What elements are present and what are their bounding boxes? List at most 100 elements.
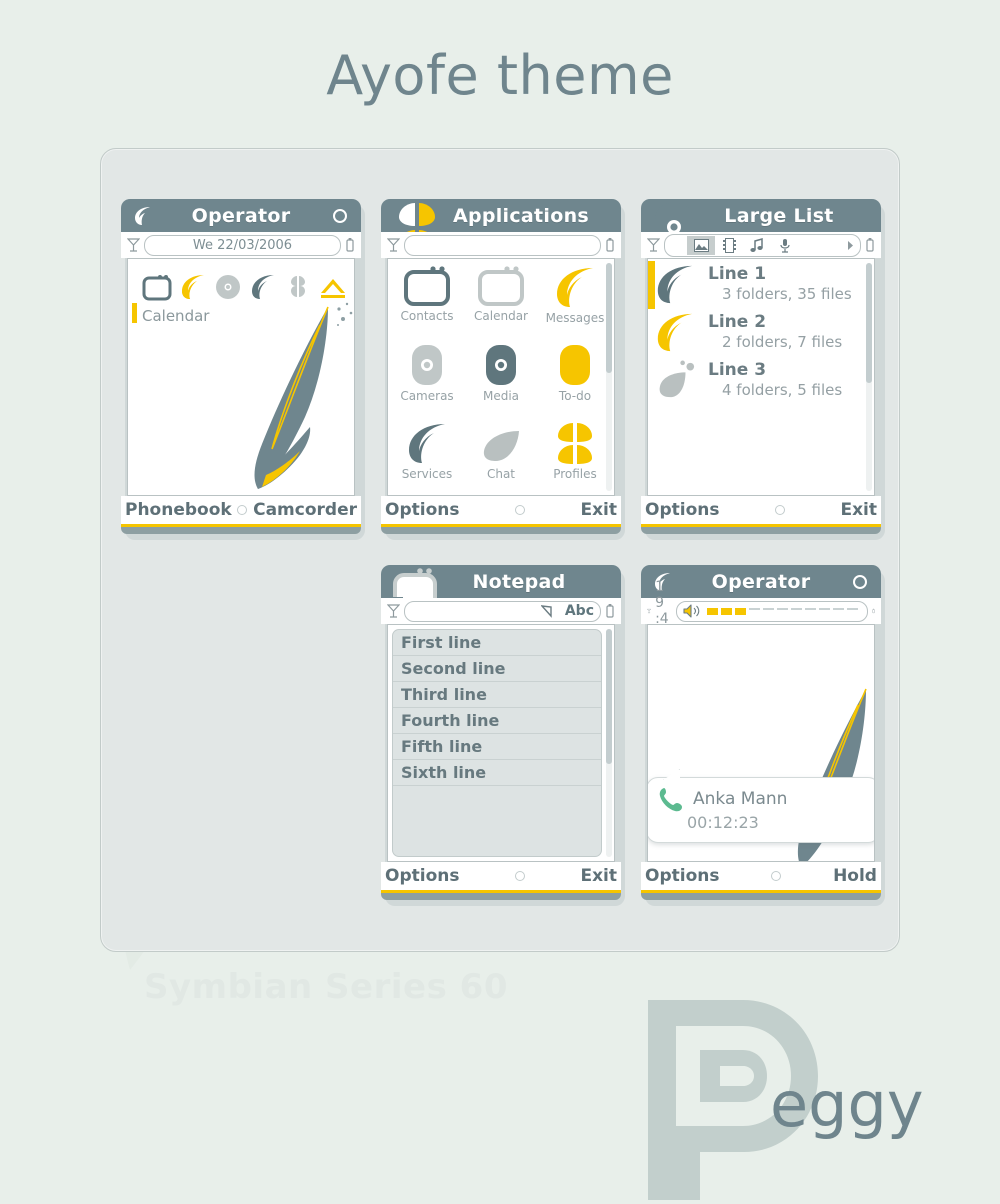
list-item-title: Line 2 — [708, 312, 767, 332]
app-label: Chat — [486, 467, 516, 481]
date-display: We 22/03/2006 — [144, 234, 341, 256]
battery-icon — [606, 238, 614, 252]
home-toolbar[interactable] — [128, 259, 354, 301]
app-item-contacts[interactable]: Contacts — [388, 265, 464, 343]
navi-dot[interactable] — [771, 871, 782, 881]
titlebar-call: Operator — [641, 565, 881, 603]
battery-icon — [606, 604, 614, 618]
chat-icon — [659, 360, 695, 398]
list-item-subtitle: 3 folders, 35 files — [722, 285, 852, 304]
titlebar-operator-home: Operator — [121, 199, 361, 237]
softkey-right[interactable]: Exit — [580, 866, 617, 886]
note-line[interactable]: First line — [393, 630, 601, 656]
note-line[interactable]: Fourth line — [393, 708, 601, 734]
list-item[interactable]: Line 3 4 folders, 5 files — [648, 355, 874, 403]
app-item-media[interactable]: Media — [464, 343, 538, 421]
navi-dot[interactable] — [514, 871, 525, 881]
phone-base — [381, 893, 621, 900]
large-list-body: Line 1 3 folders, 35 files Line 2 2 fold… — [647, 258, 875, 496]
voice-tab[interactable] — [771, 236, 799, 255]
date-text: We 22/03/2006 — [192, 237, 293, 253]
services-icon[interactable] — [249, 273, 277, 301]
app-item-chat[interactable]: Chat — [464, 421, 538, 495]
softkey-left[interactable]: Options — [385, 500, 459, 520]
app-label: To-do — [558, 389, 592, 403]
messages-icon[interactable] — [179, 273, 207, 301]
media-icon[interactable] — [214, 273, 242, 301]
signal-icon — [127, 238, 140, 252]
softkey-left[interactable]: Options — [645, 500, 719, 520]
contacts-icon[interactable] — [142, 274, 172, 301]
chevron-right-icon[interactable] — [846, 240, 855, 251]
softkeys-operator-home: Phonebook Camcorder — [121, 496, 361, 524]
titlebar-applications: Applications — [381, 199, 621, 253]
navi-dot[interactable] — [237, 505, 248, 515]
app-item-profiles[interactable]: Profiles — [538, 421, 612, 495]
music-note-icon — [750, 237, 763, 252]
statusbar-large-list — [641, 232, 881, 258]
notepad-text-area[interactable]: First line Second line Third line Fourth… — [392, 629, 602, 857]
softkey-right[interactable]: Camcorder — [253, 500, 357, 520]
softkey-right[interactable]: Hold — [833, 866, 877, 886]
eggy-logo-text: eggy — [770, 1068, 924, 1141]
sparkle-decoration — [337, 302, 353, 326]
note-line[interactable]: Third line — [393, 682, 601, 708]
calendar-icon — [478, 266, 524, 306]
media-tabbar[interactable] — [664, 233, 861, 257]
list-item-title: Line 1 — [708, 264, 767, 284]
note-line[interactable]: Second line — [393, 656, 601, 682]
music-tab[interactable] — [743, 236, 771, 255]
softkey-right[interactable]: Exit — [580, 500, 617, 520]
call-info-bubble: Anka Mann 00:12:23 — [648, 777, 874, 843]
call-screen-body: Anka Mann 00:12:23 — [647, 624, 875, 862]
battery-icon — [866, 238, 874, 252]
navi-dot[interactable] — [774, 505, 785, 515]
speaker-icon — [683, 604, 700, 618]
phone-base — [641, 893, 881, 900]
contacts-icon — [404, 266, 450, 306]
note-line[interactable]: Fifth line — [393, 734, 601, 760]
app-label: Media — [482, 389, 520, 403]
softkey-left[interactable]: Options — [645, 866, 719, 886]
softkey-left[interactable]: Phonebook — [125, 500, 232, 520]
app-item-messages[interactable]: Messages — [538, 265, 612, 343]
video-tab[interactable] — [715, 236, 743, 255]
leaf-icon — [135, 206, 150, 225]
statusbar-operator-home: We 22/03/2006 — [121, 232, 361, 258]
screen-applications: Applications Contacts Calendar Messages … — [381, 199, 625, 540]
titlebar-title: Large List — [724, 204, 834, 227]
signal-icon — [387, 238, 400, 252]
statusbar-call: 1 9 :4 6 — [641, 579, 881, 643]
softkey-right[interactable]: Exit — [840, 500, 877, 520]
title-pill — [404, 234, 601, 256]
screen-call: Operator 1 9 :4 6 — [641, 565, 885, 906]
profiles-icon[interactable] — [284, 273, 312, 301]
volume-indicator[interactable] — [675, 600, 868, 622]
phone-base — [121, 527, 361, 534]
media-icon — [486, 345, 516, 385]
screen-large-list: Large List Line 1 3 folders, 35 files Li… — [641, 199, 885, 540]
title-status-dot — [333, 208, 347, 223]
applications-grid-body: Contacts Calendar Messages Cameras Media… — [387, 258, 615, 496]
list-item[interactable]: Line 1 3 folders, 35 files — [648, 259, 874, 309]
titlebar-title: Operator — [191, 204, 291, 227]
title-status-dot — [853, 574, 867, 589]
list-item-icon — [652, 311, 698, 353]
microphone-icon — [780, 238, 790, 253]
app-item-cameras[interactable]: Cameras — [390, 343, 464, 421]
notepad-scrollbar[interactable] — [606, 629, 612, 857]
showcase-panel: Operator We 22/03/2006 Calendar Phoneboo… — [100, 148, 900, 952]
note-line[interactable]: Sixth line — [393, 760, 601, 786]
input-mode-text: Abc — [564, 603, 594, 619]
app-item-todo[interactable]: To-do — [538, 343, 612, 421]
app-item-services[interactable]: Services — [390, 421, 464, 495]
softkeys-applications: Options Exit — [381, 496, 621, 524]
app-item-calendar[interactable]: Calendar — [464, 265, 538, 343]
signal-icon — [647, 608, 652, 614]
navi-dot[interactable] — [514, 505, 525, 515]
softkey-left[interactable]: Options — [385, 866, 459, 886]
list-item[interactable]: Line 2 2 folders, 7 files — [648, 307, 874, 355]
home-icon[interactable] — [319, 273, 347, 301]
input-mode-indicator[interactable]: Abc — [404, 600, 601, 622]
image-tab[interactable] — [687, 235, 715, 255]
